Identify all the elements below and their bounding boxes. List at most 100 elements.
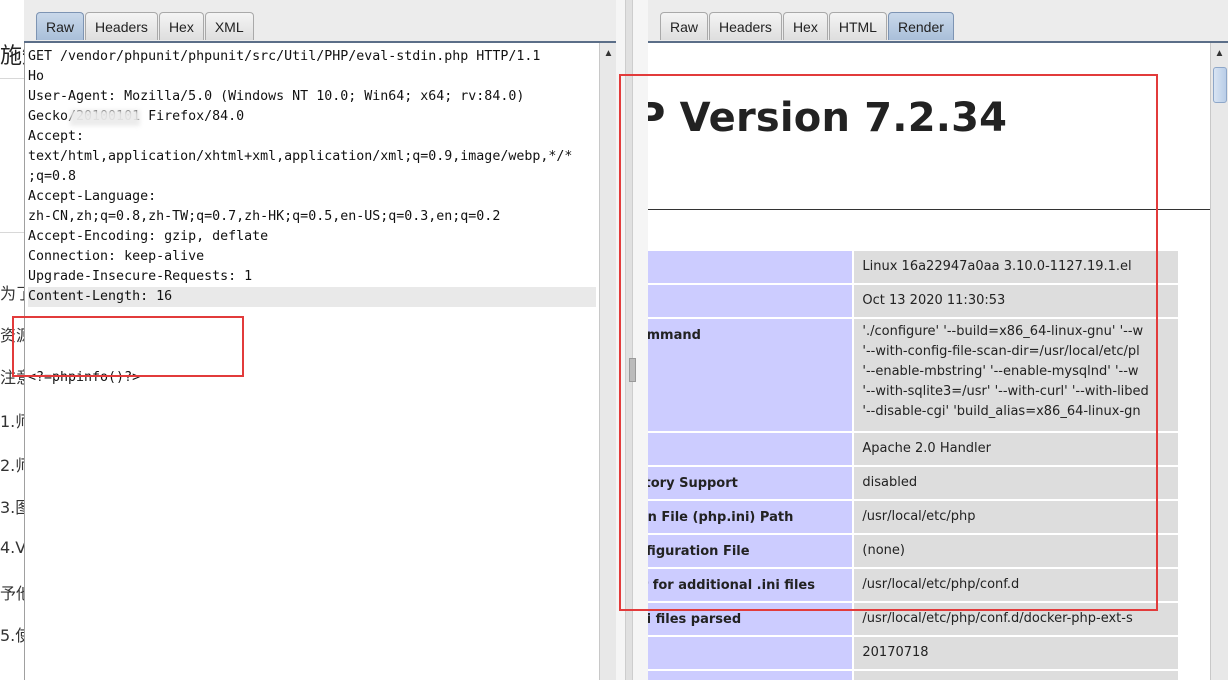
response-render-view[interactable]: P Version 7.2.34 Linux 16a22947a0aa 3.10… xyxy=(648,43,1210,680)
phpinfo-value-line: Oct 13 2020 11:30:53 xyxy=(862,293,1006,308)
phpinfo-value-line: (none) xyxy=(862,543,905,558)
request-line: Accept-Language: xyxy=(28,189,157,204)
phpinfo-value-line: './configure' '--build=x86_64-linux-gnu'… xyxy=(862,324,1144,339)
background-divider xyxy=(0,78,24,79)
request-line: Accept-Encoding: gzip, deflate xyxy=(28,229,269,244)
split-grip-handle[interactable] xyxy=(629,358,636,382)
phpinfo-key xyxy=(648,433,853,465)
phpinfo-value-line: disabled xyxy=(862,475,918,490)
request-line: ;q=0.8 xyxy=(28,169,77,184)
background-title-fragment: 施知 xyxy=(0,44,24,69)
request-line: zh-CN,zh;q=0.8,zh-TW;q=0.7,zh-HK;q=0.5,e… xyxy=(28,209,501,224)
phpinfo-value-line: /usr/local/etc/php xyxy=(862,509,976,524)
response-tab-headers[interactable]: Headers xyxy=(709,12,782,40)
phpinfo-row: Oct 13 2020 11:30:53 xyxy=(648,285,1178,317)
phpinfo-row: .ini files parsed/usr/local/etc/php/conf… xyxy=(648,603,1178,635)
response-tab-hex[interactable]: Hex xyxy=(782,12,828,40)
request-tab-headers[interactable]: Headers xyxy=(85,12,158,40)
request-line: User-Agent: Mozilla/5.0 (Windows NT 10.0… xyxy=(28,89,525,104)
phpinfo-key: onfiguration File xyxy=(648,535,853,567)
phpinfo-row: Apache 2.0 Handler xyxy=(648,433,1178,465)
phpinfo-value xyxy=(854,671,1178,680)
phpinfo-row: Command './configure' '--build=x86_64-lin… xyxy=(648,319,1178,431)
request-editor[interactable]: GET /vendor/phpunit/phpunit/src/Util/PHP… xyxy=(24,43,599,680)
phpinfo-value-line: '--disable-cgi' 'build_alias=x86_64-linu… xyxy=(862,404,1141,419)
background-text-line: 1.师 xyxy=(0,412,24,431)
phpinfo-value-line: '--with-sqlite3=/usr' '--with-curl' '--w… xyxy=(862,384,1149,399)
response-tab-html[interactable]: HTML xyxy=(828,12,887,40)
request-tab-raw[interactable]: Raw xyxy=(36,12,85,40)
phpinfo-row: dir for additional .ini files/usr/local/… xyxy=(648,569,1178,601)
redacted-host xyxy=(70,110,140,126)
phpinfo-key: dir for additional .ini files xyxy=(648,569,853,601)
scroll-thumb[interactable] xyxy=(1213,67,1227,103)
phpinfo-key: Command xyxy=(648,319,853,431)
background-text-line: 3.图 xyxy=(0,498,24,517)
phpinfo-value-line: Linux 16a22947a0aa 3.10.0-1127.19.1.el xyxy=(862,259,1132,274)
background-text-line: 予他 xyxy=(0,584,24,603)
request-line: Accept: xyxy=(28,129,85,144)
request-tab-hex[interactable]: Hex xyxy=(158,12,204,40)
phpinfo-key: ectory Support xyxy=(648,467,853,499)
phpinfo-value-line: /usr/local/etc/php/conf.d xyxy=(862,577,1020,592)
response-tab-raw[interactable]: Raw xyxy=(660,12,709,40)
request-line: text/html,application/xhtml+xml,applicat… xyxy=(28,149,573,164)
response-tab-render[interactable]: Render xyxy=(887,12,954,40)
request-line: Content-Length: 16 xyxy=(28,287,596,307)
phpinfo-value-line: /usr/local/etc/php/conf.d/docker-php-ext… xyxy=(862,611,1133,626)
request-line: Connection: keep-alive xyxy=(28,249,205,264)
scroll-up-arrow-icon[interactable]: ▲ xyxy=(600,47,617,61)
phpinfo-row: 20170718 xyxy=(648,637,1178,669)
request-tab-xml[interactable]: XML xyxy=(204,12,254,40)
phpinfo-row: onfiguration File (none) xyxy=(648,535,1178,567)
phpinfo-key: .ini files parsed xyxy=(648,603,853,635)
background-text-line: 5.使 xyxy=(0,626,24,645)
phpinfo-key: tion File (php.ini) Path xyxy=(648,501,853,533)
background-text-line: 4.VI xyxy=(0,538,24,557)
request-tabbar: Raw Headers Hex XML xyxy=(36,12,255,42)
background-text-line: 注意 xyxy=(0,368,24,387)
background-text-line: 2.师 xyxy=(0,456,24,475)
phpinfo-value: Oct 13 2020 11:30:53 xyxy=(854,285,1178,317)
phpinfo-row: tion File (php.ini) Path/usr/local/etc/p… xyxy=(648,501,1178,533)
phpinfo-key xyxy=(648,285,853,317)
phpinfo-value: './configure' '--build=x86_64-linux-gnu'… xyxy=(854,319,1178,431)
request-line: GET /vendor/phpunit/phpunit/src/Util/PHP… xyxy=(28,49,541,64)
request-line: Ho xyxy=(28,69,45,84)
background-divider xyxy=(0,232,24,233)
phpinfo-value-line: '--enable-mbstring' '--enable-mysqlnd' '… xyxy=(862,364,1139,379)
response-scrollbar[interactable]: ▲ xyxy=(1210,43,1228,680)
phpinfo-key xyxy=(648,251,853,283)
split-pane-divider[interactable] xyxy=(616,0,648,680)
response-panel: Raw Headers Hex HTML Render P Version 7.2.34… xyxy=(648,0,1228,680)
background-text-line: 资源 xyxy=(0,326,24,345)
phpinfo-divider xyxy=(648,209,1210,210)
phpinfo-key xyxy=(648,637,853,669)
split-sash[interactable] xyxy=(625,0,633,680)
response-tabbar: Raw Headers Hex HTML Render xyxy=(660,12,955,42)
request-header-lines: GET /vendor/phpunit/phpunit/src/Util/PHP… xyxy=(28,47,596,307)
phpinfo-value: Apache 2.0 Handler xyxy=(854,433,1178,465)
phpinfo-key xyxy=(648,671,853,680)
phpinfo-title: P Version 7.2.34 xyxy=(648,95,1008,141)
phpinfo-value: (none) xyxy=(854,535,1178,567)
phpinfo-row: ectory Support disabled xyxy=(648,467,1178,499)
phpinfo-row: Linux 16a22947a0aa 3.10.0-1127.19.1.el xyxy=(648,251,1178,283)
phpinfo-value: /usr/local/etc/php/conf.d xyxy=(854,569,1178,601)
request-line: Upgrade-Insecure-Requests: 1 xyxy=(28,269,253,284)
request-body: <?=phpinfo()?> xyxy=(28,370,141,385)
phpinfo-value: disabled xyxy=(854,467,1178,499)
background-page: 施知 为了资源注意 1.师 2.师 3.图 4.VI 予他 5.使 xyxy=(0,0,25,680)
scroll-up-arrow-icon[interactable]: ▲ xyxy=(1211,47,1228,61)
phpinfo-value: Linux 16a22947a0aa 3.10.0-1127.19.1.el xyxy=(854,251,1178,283)
phpinfo-value-line: '--with-config-file-scan-dir=/usr/local/… xyxy=(862,344,1140,359)
background-text-line: 为了 xyxy=(0,284,24,303)
request-scrollbar[interactable]: ▲ xyxy=(599,43,617,680)
phpinfo-value: 20170718 xyxy=(854,637,1178,669)
phpinfo-row xyxy=(648,671,1178,680)
phpinfo-value: /usr/local/etc/php xyxy=(854,501,1178,533)
phpinfo-table: Linux 16a22947a0aa 3.10.0-1127.19.1.el Oc… xyxy=(648,249,1180,680)
request-panel: Raw Headers Hex XML GET /vendor/phpunit/php… xyxy=(24,0,617,680)
phpinfo-value-line: 20170718 xyxy=(862,645,929,660)
phpinfo-value-line: Apache 2.0 Handler xyxy=(862,441,992,456)
